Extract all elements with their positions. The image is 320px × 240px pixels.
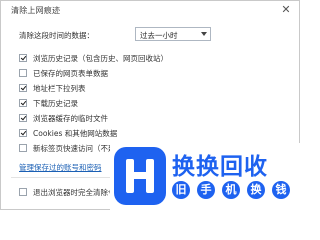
- option-label: 新标签页快速访问（不建: [33, 144, 116, 153]
- checkbox[interactable]: [19, 69, 27, 77]
- watermark-logo: [114, 147, 166, 205]
- dialog-title: 清除上网痕迹: [11, 6, 61, 15]
- watermark-char: 机: [222, 181, 240, 199]
- watermark-subtitle: 旧 手 机 换 钱: [172, 179, 296, 201]
- close-icon[interactable]: ✕: [279, 3, 293, 17]
- dialog-titlebar: 清除上网痕迹 ✕: [1, 1, 299, 21]
- watermark-char: 换: [247, 181, 265, 199]
- watermark-title: 换换回收: [172, 154, 268, 180]
- watermark-char: 旧: [172, 181, 190, 199]
- chevron-down-icon: [201, 32, 207, 36]
- checkbox[interactable]: [19, 54, 27, 62]
- checkbox[interactable]: [19, 144, 27, 152]
- watermark-char: 手: [197, 181, 215, 199]
- option-label: 浏览器缓存的临时文件: [33, 114, 108, 123]
- time-range-selected-value: 过去一小时: [140, 31, 178, 40]
- checkbox[interactable]: [19, 84, 27, 92]
- checkbox[interactable]: [19, 129, 27, 137]
- option-label: 浏览历史记录（包含历史、网页回收站）: [33, 54, 168, 63]
- option-label: Cookies 和其他网站数据: [33, 129, 118, 138]
- option-label: 退出浏览器时完全清除今: [33, 188, 116, 197]
- manage-passwords-link[interactable]: 管理保存过的账号和密码: [19, 162, 102, 173]
- h-logo-icon: [126, 159, 154, 193]
- option-label: 地址栏下拉列表: [33, 84, 86, 93]
- checkbox[interactable]: [19, 114, 27, 122]
- option-label: 下载历史记录: [33, 99, 78, 108]
- watermark-char: 钱: [272, 181, 290, 199]
- option-label: 已保存的网页表单数据: [33, 69, 108, 78]
- time-range-label: 清除这段时间的数据：: [19, 31, 94, 40]
- checkbox[interactable]: [19, 188, 27, 196]
- checkbox[interactable]: [19, 99, 27, 107]
- time-range-select[interactable]: 过去一小时: [135, 27, 211, 41]
- watermark-overlay: 换换回收 旧 手 机 换 钱: [110, 143, 300, 210]
